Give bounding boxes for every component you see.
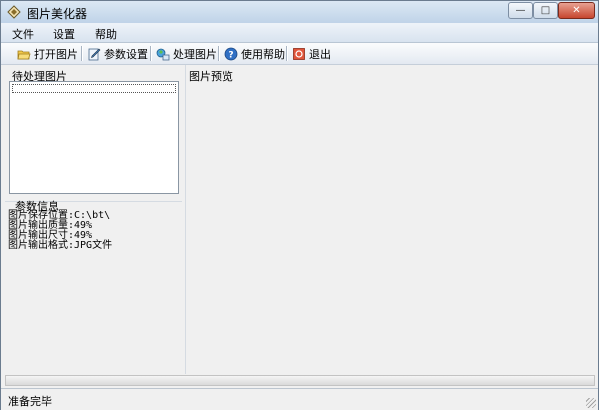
help-button[interactable]: ? 使用帮助	[224, 45, 285, 62]
maximize-icon: □	[540, 5, 551, 16]
process-image-button[interactable]: 处理图片	[156, 45, 217, 62]
resize-grip-icon[interactable]	[586, 398, 596, 408]
app-window: 图片美化器 — □ ✕ 文件 设置 帮助 打开图片 参数设置 处理图片 ? 使用…	[0, 0, 599, 410]
horizontal-scrollbar[interactable]	[5, 375, 595, 386]
app-icon	[7, 5, 21, 19]
menu-file[interactable]: 文件	[12, 26, 34, 42]
window-title: 图片美化器	[27, 7, 88, 21]
params-info-panel: 参数信息 图片保存位置:C:\bt\ 图片输出质量:49% 图片输出尺寸:49%…	[5, 200, 182, 374]
maximize-button[interactable]: □	[533, 2, 558, 19]
exit-button[interactable]: 退出	[292, 45, 331, 62]
param-output-format: 图片输出格式:JPG文件	[8, 240, 113, 251]
settings-button[interactable]: 参数设置	[87, 45, 148, 62]
close-button[interactable]: ✕	[558, 2, 595, 19]
exit-icon	[293, 47, 305, 60]
minimize-button[interactable]: —	[508, 2, 533, 19]
folder-open-icon	[17, 50, 31, 59]
status-text: 准备完毕	[8, 395, 52, 408]
menu-settings[interactable]: 设置	[53, 26, 75, 42]
list-item[interactable]	[12, 84, 176, 93]
exit-label: 退出	[309, 47, 331, 61]
status-bar: 准备完毕	[1, 388, 598, 410]
image-preview-label: 图片预览	[189, 70, 233, 83]
toolbar: 打开图片 参数设置 处理图片 ? 使用帮助 退出	[1, 43, 598, 65]
open-image-button[interactable]: 打开图片	[17, 45, 78, 62]
open-image-label: 打开图片	[34, 47, 78, 61]
toolbar-separator	[286, 46, 288, 61]
minimize-icon: —	[515, 5, 526, 16]
menu-bar: 文件 设置 帮助	[1, 23, 598, 43]
settings-label: 参数设置	[104, 47, 148, 61]
svg-text:?: ?	[228, 50, 233, 60]
pending-images-list[interactable]	[9, 81, 179, 194]
toolbar-separator	[218, 46, 220, 61]
help-label: 使用帮助	[241, 47, 285, 61]
menu-help[interactable]: 帮助	[95, 26, 117, 42]
process-image-label: 处理图片	[173, 47, 217, 61]
close-icon: ✕	[572, 5, 581, 16]
image-preview-panel: 图片预览	[185, 65, 598, 374]
toolbar-separator	[150, 46, 152, 61]
toolbar-separator	[81, 46, 83, 61]
help-icon: ?	[224, 47, 238, 60]
title-bar[interactable]: 图片美化器 — □ ✕	[1, 1, 598, 23]
process-image-icon	[156, 48, 170, 60]
edit-settings-icon	[88, 48, 101, 60]
